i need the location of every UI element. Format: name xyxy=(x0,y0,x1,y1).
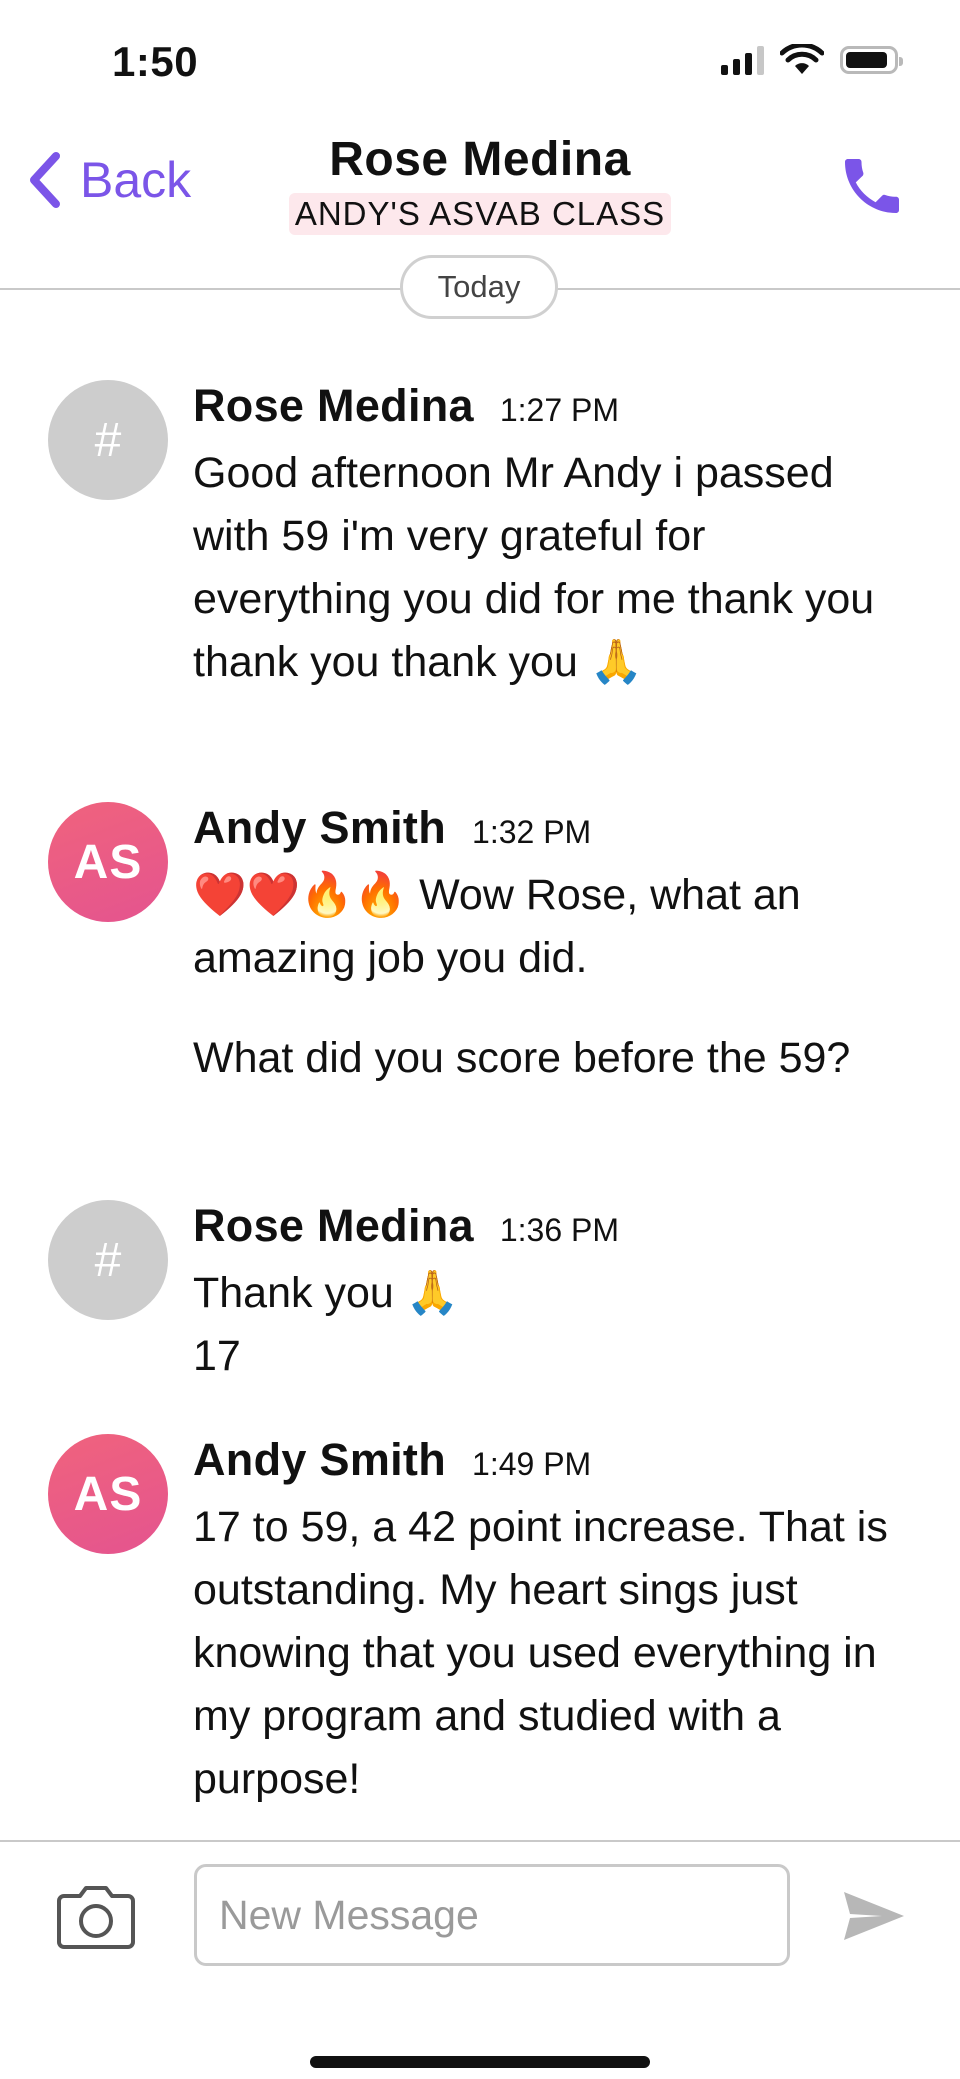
call-button[interactable] xyxy=(836,150,908,227)
sender-name: Andy Smith xyxy=(193,1434,447,1485)
message-header: Andy Smith 1:32 PM xyxy=(193,802,591,854)
message-text: 17 to 59, a 42 point increase. That is o… xyxy=(193,1503,888,1803)
message-header: Andy Smith 1:49 PM xyxy=(193,1434,591,1486)
message-body: Thank you 🙏 17 xyxy=(193,1262,913,1388)
message-time: 1:27 PM xyxy=(499,392,620,428)
send-icon xyxy=(844,1892,904,1940)
message-text: What did you score before the 59? xyxy=(193,1034,851,1082)
day-label: Today xyxy=(400,255,558,319)
message-text: Thank you 🙏 xyxy=(193,1269,460,1317)
home-indicator xyxy=(310,2056,650,2068)
wifi-icon xyxy=(780,44,824,74)
send-button[interactable] xyxy=(842,1888,906,1949)
composer-divider xyxy=(0,1840,960,1842)
back-button[interactable]: Back xyxy=(26,150,191,210)
day-divider: Today xyxy=(0,254,960,324)
new-message-input[interactable] xyxy=(194,1864,790,1966)
avatar: # xyxy=(48,1200,168,1320)
message-header: Rose Medina 1:36 PM xyxy=(193,1200,619,1252)
avatar: # xyxy=(48,380,168,500)
message-body: ❤️❤️🔥🔥 Wow Rose, what an amazing job you… xyxy=(193,864,913,1090)
status-time: 1:50 xyxy=(112,38,199,85)
group-badge: ANDY'S ASVAB CLASS xyxy=(288,193,672,235)
message-text: Good afternoon Mr Andy i passed with 59 … xyxy=(193,449,875,686)
message-body: 17 to 59, a 42 point increase. That is o… xyxy=(193,1496,913,1811)
message-composer xyxy=(0,1840,960,2079)
battery-icon xyxy=(840,46,903,74)
message-time: 1:32 PM xyxy=(472,814,592,850)
phone-icon xyxy=(845,159,899,213)
sender-name: Rose Medina xyxy=(193,380,474,431)
message-time: 1:49 PM xyxy=(472,1446,592,1482)
camera-icon xyxy=(57,1886,135,1949)
back-label: Back xyxy=(80,152,192,208)
sender-name: Andy Smith xyxy=(193,802,447,853)
message-body: Good afternoon Mr Andy i passed with 59 … xyxy=(193,442,913,694)
status-icons xyxy=(721,44,903,76)
message-text: ❤️❤️🔥🔥 Wow Rose, what an amazing job you… xyxy=(193,871,801,982)
camera-button[interactable] xyxy=(56,1884,136,1955)
avatar: AS xyxy=(48,1434,168,1554)
chevron-left-icon xyxy=(30,152,60,208)
avatar: AS xyxy=(48,802,168,922)
status-bar: 1:50 xyxy=(0,0,960,120)
message-text: 17 xyxy=(193,1332,241,1380)
sender-name: Rose Medina xyxy=(193,1200,474,1251)
message-header: Rose Medina 1:27 PM xyxy=(193,380,619,432)
cellular-signal-icon xyxy=(721,45,764,75)
message-time: 1:36 PM xyxy=(499,1212,620,1248)
